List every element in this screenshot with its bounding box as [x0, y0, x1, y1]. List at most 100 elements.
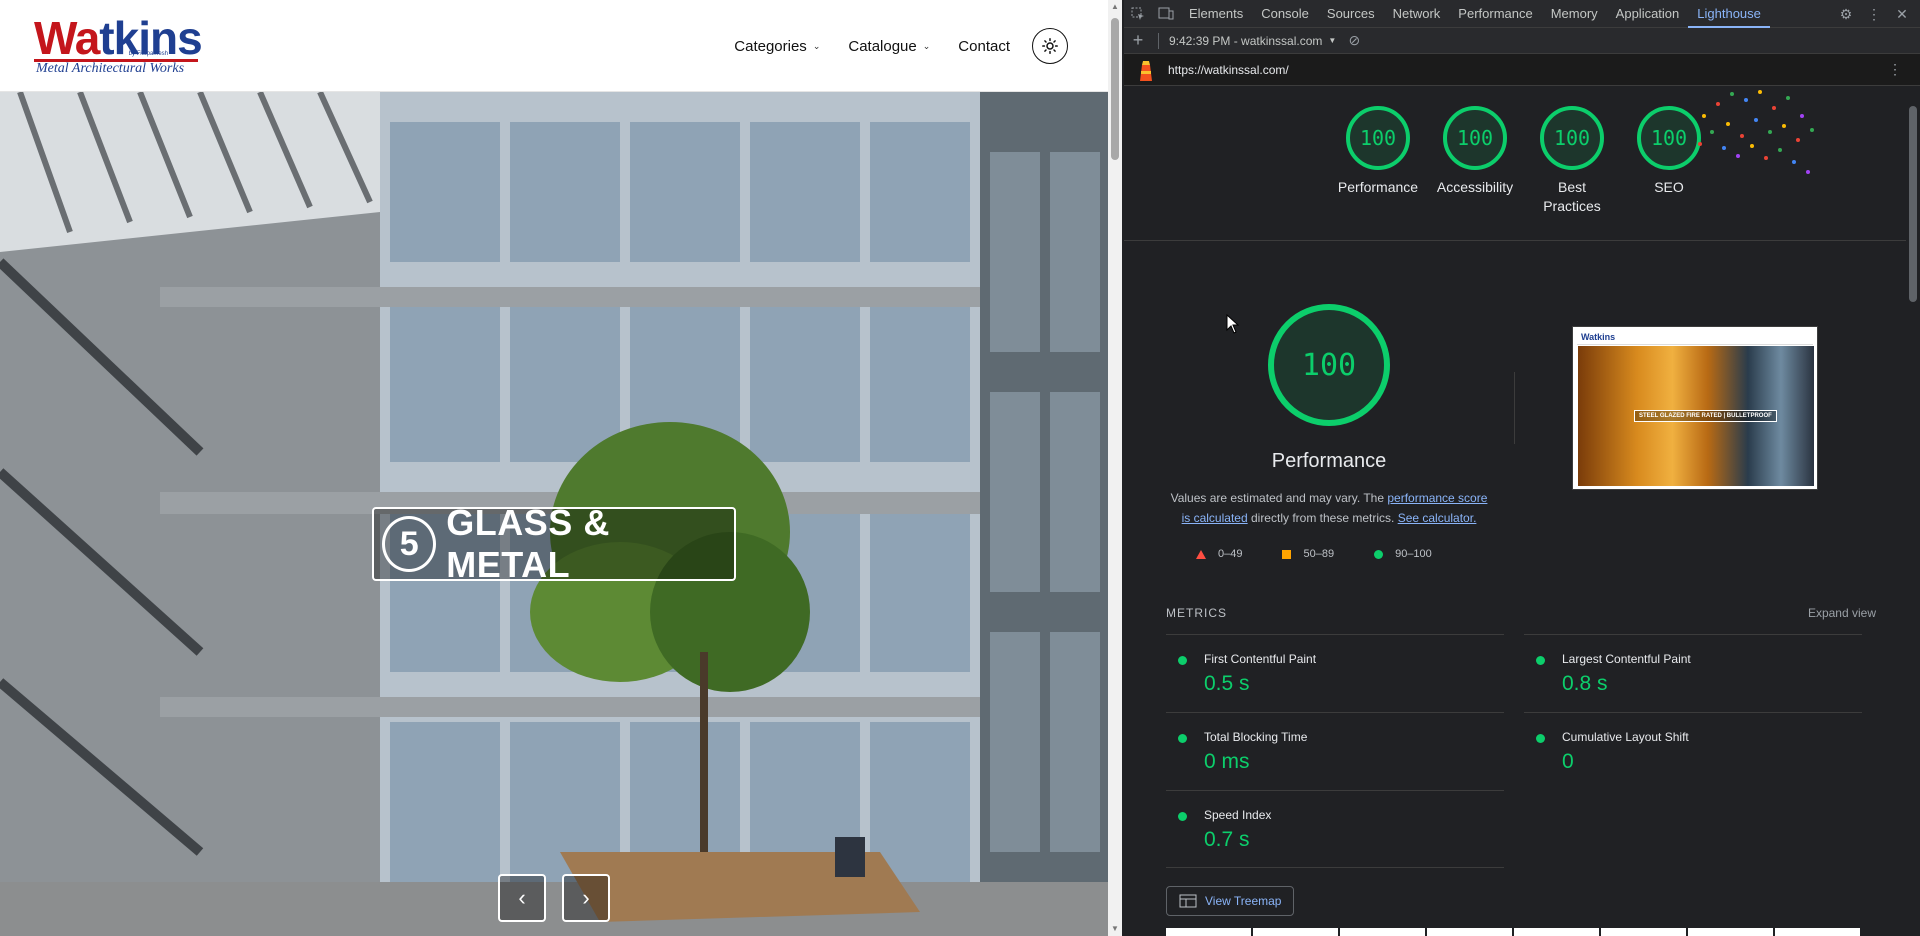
square-icon [1282, 549, 1292, 559]
metric-si: Speed Index 0.7 s [1166, 790, 1504, 868]
clear-reports-icon[interactable]: ⊘ [1340, 27, 1368, 55]
logo-wordmark: Watkins [34, 12, 203, 64]
legend-pass-label: 90–100 [1395, 548, 1432, 560]
chevron-left-icon: ‹ [518, 885, 526, 910]
metric-value: 0.8 s [1562, 672, 1608, 695]
pass-dot-icon [1178, 734, 1187, 743]
metric-name: Total Blocking Time [1204, 730, 1308, 744]
legend-fail-label: 0–49 [1218, 548, 1243, 560]
slide-title: GLASS & METAL [446, 502, 610, 585]
view-treemap-button[interactable]: View Treemap [1166, 886, 1295, 916]
site-header: Watkins by Fitapamesh Metal Architectura… [0, 0, 1108, 92]
performance-gauge-large: 100 [1268, 304, 1390, 426]
toolbar-divider [1158, 32, 1159, 49]
tab-network[interactable]: Network [1384, 0, 1450, 28]
metric-fcp: First Contentful Paint 0.5 s [1166, 634, 1504, 712]
report-time-label: 9:42:39 PM - watkinssal.com [1169, 33, 1323, 48]
final-screenshot-thumbnail[interactable]: Watkins STEEL GLAZED FIRE RATED | BULLET… [1572, 326, 1818, 490]
metric-tbt: Total Blocking Time 0 ms [1166, 712, 1504, 790]
report-menu-icon[interactable]: ⋮ [1888, 61, 1902, 78]
gear-icon[interactable]: ⚙ [1832, 0, 1860, 28]
category-gauge-accessibility[interactable]: 100 Accessibility [1425, 106, 1525, 197]
inspect-element-icon[interactable] [1124, 0, 1152, 28]
sun-icon [1042, 38, 1058, 54]
nav-categories[interactable]: Categories ⌄ [734, 38, 820, 55]
tab-sources[interactable]: Sources [1318, 0, 1384, 28]
slide-title-box[interactable]: 5 GLASS & METAL [372, 502, 736, 585]
circle-icon [1374, 549, 1384, 559]
scroll-up-icon[interactable]: ▲ [1111, 2, 1119, 11]
new-report-plus-icon[interactable]: + [1124, 27, 1152, 55]
tab-memory[interactable]: Memory [1542, 0, 1607, 28]
device-toolbar-icon[interactable] [1152, 0, 1180, 28]
dropdown-arrow-icon: ▼ [1328, 36, 1337, 45]
carousel-next-button[interactable]: › [562, 874, 610, 922]
metric-value: 0 [1562, 750, 1574, 773]
close-icon[interactable]: ✕ [1888, 0, 1916, 28]
scroll-down-icon[interactable]: ▼ [1111, 924, 1119, 933]
treemap-icon [1179, 894, 1197, 908]
report-scrollbar[interactable] [1906, 86, 1920, 936]
pass-dot-icon [1536, 734, 1545, 743]
legend-average: 50–89 [1282, 548, 1334, 560]
category-gauge-best-practices[interactable]: 100 Best Practices [1522, 106, 1622, 216]
devtools-panel: Elements Console Sources Network Perform… [1124, 0, 1920, 936]
metric-cls: Cumulative Layout Shift 0 [1524, 712, 1862, 790]
filmstrip-frame [1514, 928, 1601, 936]
section-divider [1124, 240, 1906, 241]
metric-value: 0.5 s [1204, 672, 1250, 695]
filmstrip-frame [1340, 928, 1427, 936]
category-gauge-performance[interactable]: 100 Performance [1328, 106, 1428, 197]
screenshot-hero: STEEL GLAZED FIRE RATED | BULLETPROOF [1578, 346, 1814, 486]
legend-average-label: 50–89 [1303, 548, 1335, 560]
screenshot-caption: STEEL GLAZED FIRE RATED | BULLETPROOF [1634, 410, 1777, 422]
filmstrip-frame [1775, 928, 1862, 936]
tab-console[interactable]: Console [1252, 0, 1318, 28]
report-selector[interactable]: 9:42:39 PM - watkinssal.com ▼ [1169, 34, 1336, 48]
website-viewport: Watkins by Fitapamesh Metal Architectura… [0, 0, 1108, 936]
tab-lighthouse[interactable]: Lighthouse [1688, 0, 1770, 28]
gauge-score: 100 [1346, 106, 1410, 170]
metrics-header: METRICS [1166, 606, 1227, 620]
gauge-label: Performance [1337, 179, 1419, 195]
filmstrip-frame [1427, 928, 1514, 936]
report-url: https://watkinssal.com/ [1168, 62, 1289, 77]
page-scrollbar[interactable]: ▲ ▼ [1108, 0, 1122, 936]
expand-view-toggle[interactable]: Expand view [1808, 606, 1876, 620]
more-vert-icon[interactable]: ⋮ [1860, 0, 1888, 28]
score-legend: 0–49 50–89 90–100 [1196, 548, 1496, 560]
nav-contact[interactable]: Contact [958, 38, 1010, 55]
nav-catalogue[interactable]: Catalogue ⌄ [848, 38, 930, 55]
filmstrip-frame [1601, 928, 1688, 936]
metric-name: Speed Index [1204, 808, 1272, 822]
chevron-down-icon: ⌄ [812, 40, 821, 51]
metric-name: First Contentful Paint [1204, 652, 1317, 666]
desc-text: directly from these metrics. [1247, 511, 1398, 525]
metric-name: Cumulative Layout Shift [1562, 730, 1689, 744]
legend-fail: 0–49 [1196, 548, 1242, 560]
see-calculator-link[interactable]: See calculator. [1398, 511, 1477, 525]
devtools-tab-bar: Elements Console Sources Network Perform… [1124, 0, 1920, 28]
scrollbar-thumb[interactable] [1111, 18, 1119, 160]
gauge-score: 100 [1540, 106, 1604, 170]
tab-elements[interactable]: Elements [1180, 0, 1252, 28]
metric-name: Largest Contentful Paint [1562, 652, 1691, 666]
chevron-down-icon: ⌄ [922, 40, 931, 51]
carousel-prev-button[interactable]: ‹ [498, 874, 546, 922]
lighthouse-toolbar: + 9:42:39 PM - watkinssal.com ▼ ⊘ [1124, 28, 1920, 54]
scrollbar-thumb[interactable] [1909, 106, 1917, 302]
chevron-right-icon: › [582, 885, 590, 910]
filmstrip-frame [1253, 928, 1340, 936]
slide-number-badge: 5 [382, 516, 437, 572]
legend-pass: 90–100 [1374, 548, 1432, 560]
site-logo[interactable]: Watkins by Fitapamesh Metal Architectura… [34, 15, 204, 79]
pass-dot-icon [1178, 812, 1187, 821]
tab-application[interactable]: Application [1607, 0, 1689, 28]
metric-lcp: Largest Contentful Paint 0.8 s [1524, 634, 1862, 712]
nav-contact-label: Contact [958, 37, 1010, 55]
tab-performance[interactable]: Performance [1449, 0, 1541, 28]
theme-toggle-button[interactable] [1032, 28, 1068, 64]
logo-tagline: Metal Architectural Works [36, 61, 185, 76]
gauge-label: Accessibility [1436, 179, 1514, 195]
gauge-label: SEO [1654, 179, 1684, 195]
